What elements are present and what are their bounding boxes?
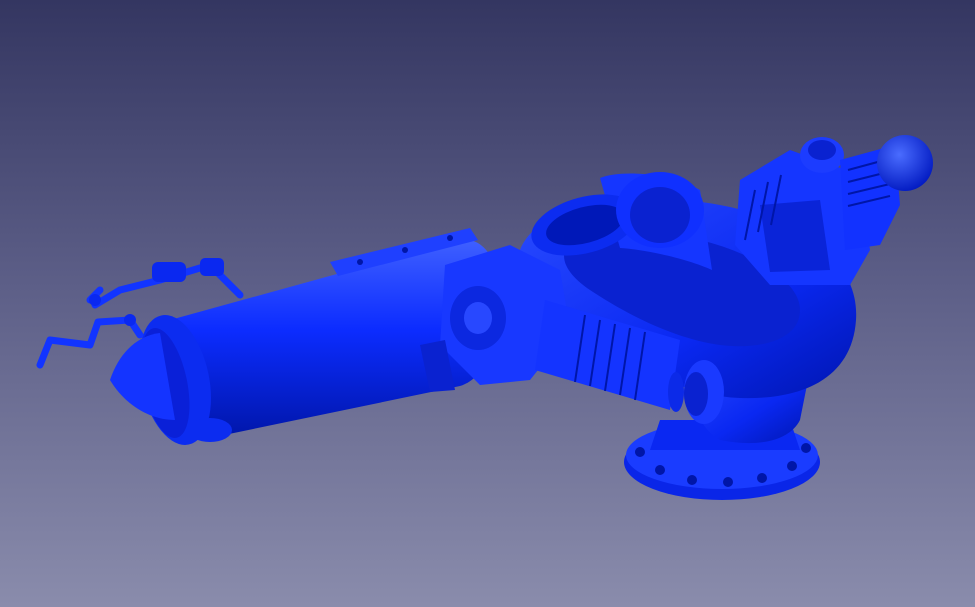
3d-viewport[interactable] xyxy=(0,0,975,607)
rotation-motor xyxy=(840,135,933,250)
model-render[interactable] xyxy=(0,0,975,607)
